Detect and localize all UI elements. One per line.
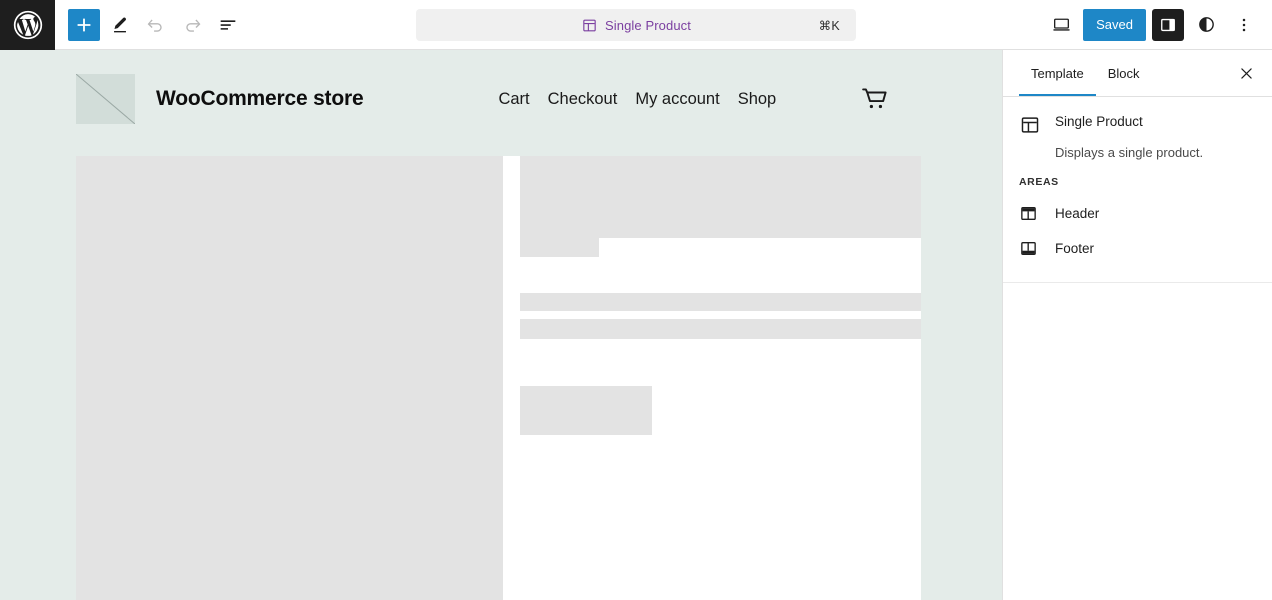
site-header-area[interactable]: WooCommerce store Cart Checkout My accou… — [0, 50, 1002, 148]
command-bar[interactable]: Single Product ⌘K — [416, 9, 856, 41]
pencil-icon — [109, 14, 131, 36]
sidebar-tabs: Template Block — [1003, 50, 1272, 97]
sidebar-item-footer[interactable]: Footer — [1019, 231, 1256, 266]
command-bar-shortcut: ⌘K — [818, 18, 840, 33]
styles-button[interactable] — [1190, 9, 1222, 41]
desktop-preview-icon — [1051, 14, 1072, 35]
footer-area-icon — [1019, 239, 1041, 258]
desktop-preview-button[interactable] — [1045, 9, 1077, 41]
settings-sidebar: Template Block Single Product Displays a… — [1002, 50, 1272, 600]
product-title-placeholder[interactable] — [520, 238, 599, 257]
command-bar-title: Single Product — [605, 17, 691, 33]
template-info-row: Single Product — [1019, 113, 1256, 136]
sidebar-item-header-label: Header — [1055, 205, 1100, 221]
site-title: WooCommerce store — [156, 87, 364, 110]
sidebar-item-header[interactable]: Header — [1019, 196, 1256, 231]
right-toolbar: Saved — [1045, 8, 1272, 41]
redo-button[interactable] — [176, 9, 208, 41]
tab-template[interactable]: Template — [1019, 50, 1096, 96]
tab-block[interactable]: Block — [1096, 50, 1152, 96]
undo-arrow-icon — [145, 14, 167, 36]
product-details-column[interactable] — [503, 156, 921, 600]
redo-arrow-icon — [181, 14, 203, 36]
sidebar-item-footer-label: Footer — [1055, 240, 1095, 256]
editor-canvas[interactable]: WooCommerce store Cart Checkout My accou… — [0, 50, 1002, 600]
more-options-button[interactable] — [1228, 9, 1260, 41]
product-image-placeholder[interactable] — [76, 156, 503, 600]
plus-icon — [73, 14, 95, 36]
editor-body: WooCommerce store Cart Checkout My accou… — [0, 50, 1272, 600]
close-icon — [1238, 65, 1255, 82]
shopping-cart-icon[interactable] — [859, 84, 890, 115]
template-name: Single Product — [1055, 114, 1143, 129]
nav-item-checkout[interactable]: Checkout — [548, 90, 618, 109]
template-info-section: Single Product Displays a single product… — [1003, 97, 1272, 283]
editor-top-bar: Single Product ⌘K Saved — [0, 0, 1272, 50]
list-view-icon — [217, 14, 239, 36]
header-area-icon — [1019, 204, 1041, 223]
template-content-area — [0, 148, 1002, 600]
nav-item-cart[interactable]: Cart — [498, 90, 529, 109]
template-layout-icon — [1019, 113, 1041, 136]
document-overview-button[interactable] — [212, 9, 244, 41]
more-options-icon — [1234, 15, 1254, 35]
add-to-cart-placeholder[interactable] — [520, 386, 652, 435]
edit-tool-button[interactable] — [104, 9, 136, 41]
template-layout-icon — [581, 17, 598, 34]
product-gallery-placeholder[interactable] — [520, 156, 921, 238]
wordpress-logo-button[interactable] — [0, 0, 55, 50]
sidebar-toggle-icon — [1158, 15, 1178, 35]
site-navigation: Cart Checkout My account Shop — [498, 90, 776, 109]
command-bar-title-group: Single Product — [416, 17, 856, 34]
nav-item-my-account[interactable]: My account — [635, 90, 719, 109]
settings-sidebar-toggle-button[interactable] — [1152, 8, 1184, 41]
template-description: Displays a single product. — [1055, 145, 1204, 160]
undo-button[interactable] — [140, 9, 172, 41]
product-text-line-placeholder[interactable] — [520, 319, 921, 339]
site-editor-app: Single Product ⌘K Saved WooCommerce stor… — [0, 0, 1272, 600]
close-sidebar-button[interactable] — [1230, 57, 1262, 89]
left-toolbar — [55, 8, 244, 41]
site-logo-placeholder-icon — [76, 74, 135, 124]
add-block-button[interactable] — [68, 8, 100, 41]
product-text-line-placeholder[interactable] — [520, 293, 921, 311]
styles-contrast-icon — [1196, 14, 1217, 35]
save-button[interactable]: Saved — [1083, 8, 1146, 41]
nav-item-shop[interactable]: Shop — [738, 90, 777, 109]
wordpress-logo-icon — [11, 8, 45, 42]
areas-section-label: AREAS — [1019, 175, 1059, 188]
